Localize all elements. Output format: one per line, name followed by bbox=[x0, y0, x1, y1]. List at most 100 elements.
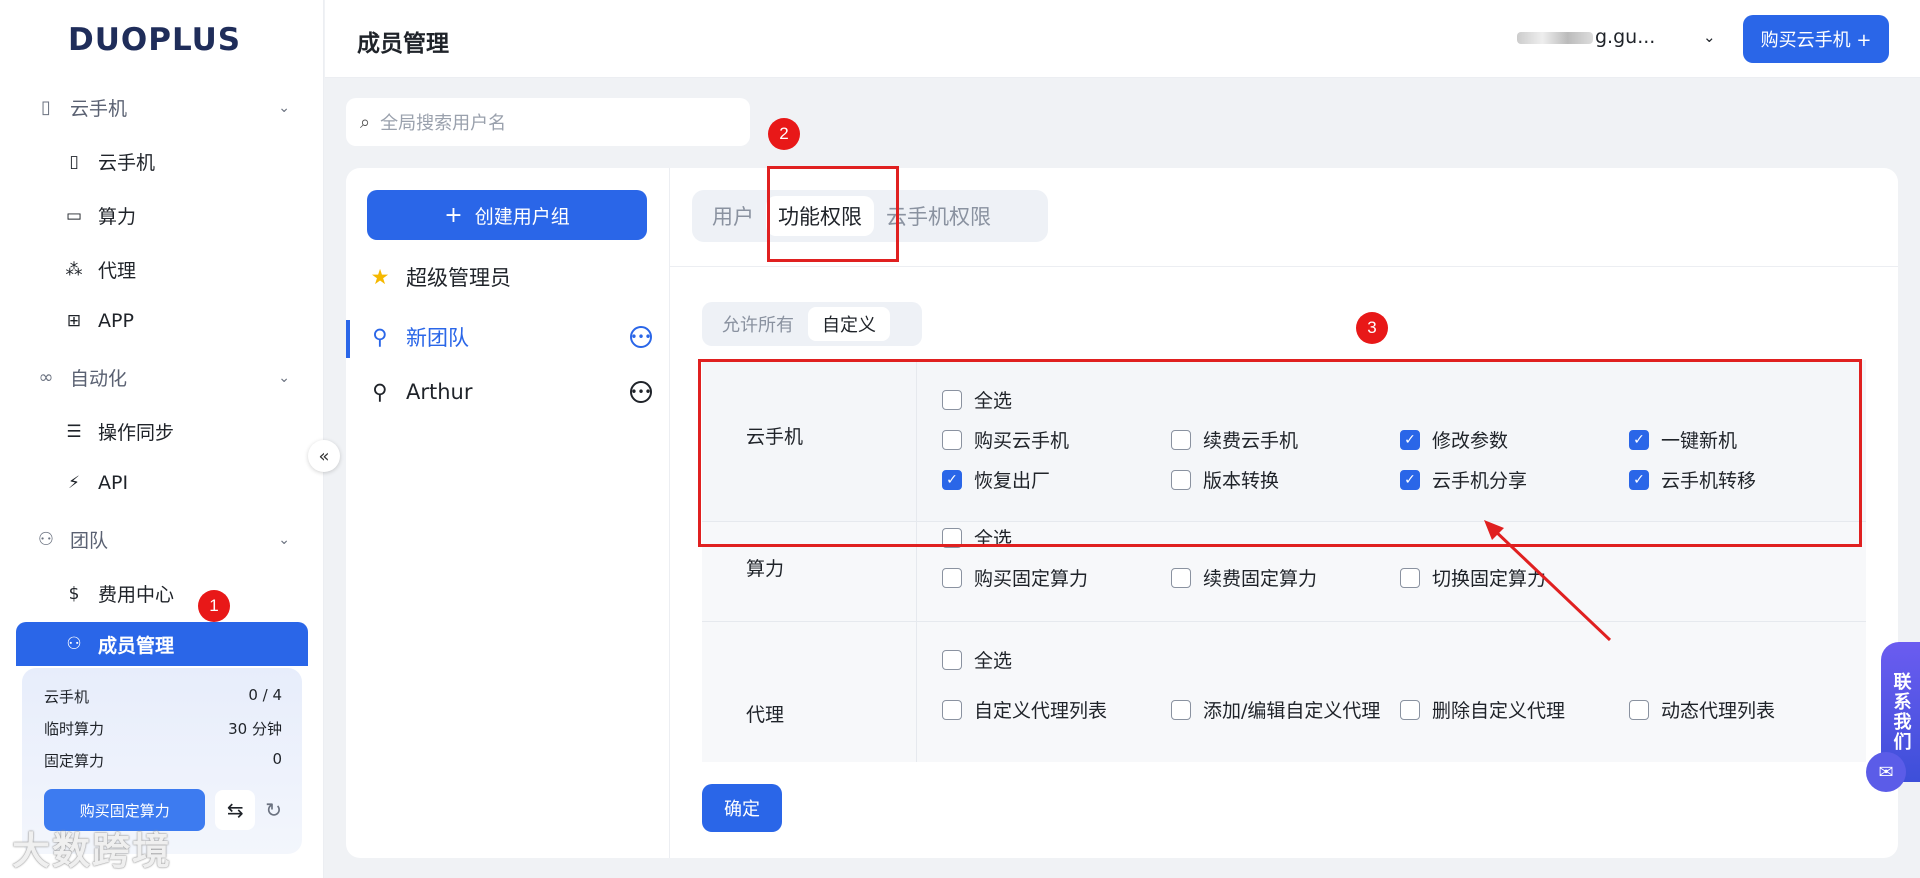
checkbox-label: 删除自定义代理 bbox=[1432, 700, 1566, 722]
permission-section-proxy: 代理 全选 自定义代理列表 添加/编辑自定义代理 删除自定义代理 动态代理列表 bbox=[702, 622, 1866, 762]
user-icon: ⚲ bbox=[372, 325, 388, 349]
checkbox-box bbox=[1629, 699, 1649, 720]
mode-custom[interactable]: 自定义 bbox=[808, 307, 890, 341]
annotation-badge: 3 bbox=[1356, 312, 1388, 344]
quota-label: 固定算力 bbox=[44, 752, 105, 770]
switch-icon[interactable]: ⇆ bbox=[215, 790, 256, 830]
quota-label: 云手机 bbox=[44, 688, 90, 706]
sidebar-item-app[interactable]: ⊞ APP bbox=[64, 310, 294, 332]
page-title: 成员管理 bbox=[357, 31, 449, 57]
mode-allow-all[interactable]: 允许所有 bbox=[708, 307, 808, 341]
buy-cloud-phone-button[interactable]: 购买云手机 + bbox=[1743, 15, 1889, 63]
checkbox-label: 添加/编辑自定义代理 bbox=[1203, 700, 1381, 722]
chat-icon[interactable]: ✉ bbox=[1866, 752, 1906, 792]
refresh-icon[interactable]: ↻ bbox=[265, 798, 282, 822]
sidebar-item-label: APP bbox=[98, 310, 134, 332]
users-icon: ⚇ bbox=[37, 529, 55, 550]
more-icon[interactable]: ••• bbox=[630, 326, 652, 348]
section-label: 算力 bbox=[746, 558, 785, 580]
checkbox-label: 动态代理列表 bbox=[1661, 700, 1776, 722]
group-item-arthur[interactable]: ⚲ Arthur ••• bbox=[368, 380, 652, 404]
sidebar-item-label: 费用中心 bbox=[98, 584, 175, 606]
sidebar-item-label: API bbox=[98, 472, 129, 494]
account-label: g.gu... bbox=[1595, 26, 1656, 48]
quota-row: 固定算力 0 bbox=[44, 750, 282, 771]
search-placeholder: 全局搜索用户名 bbox=[380, 113, 507, 134]
checkbox-box bbox=[942, 699, 962, 720]
user-icon: ⚲ bbox=[372, 380, 388, 404]
chevron-down-icon: ⌄ bbox=[278, 369, 290, 386]
perm-checkbox[interactable]: 动态代理列表 bbox=[1629, 696, 1775, 723]
group-name: 超级管理员 bbox=[406, 266, 511, 290]
perm-checkbox[interactable]: 删除自定义代理 bbox=[1400, 696, 1565, 723]
header: 成员管理 g.gu... ⌄ 购买云手机 + bbox=[325, 0, 1920, 78]
perm-checkbox[interactable]: 续费固定算力 bbox=[1171, 564, 1317, 591]
phone-icon: ▯ bbox=[69, 151, 79, 172]
search-icon: ⌕ bbox=[360, 111, 371, 133]
star-icon: ★ bbox=[370, 265, 390, 289]
sidebar-item-label: 算力 bbox=[98, 206, 137, 228]
group-item-new-team[interactable]: ⚲ 新团队 ••• bbox=[368, 322, 652, 352]
collapse-sidebar-button[interactable]: « bbox=[308, 440, 340, 472]
quota-label: 临时算力 bbox=[44, 720, 105, 738]
nav-group-cloud-phone[interactable]: ▯ 云手机 ⌄ bbox=[36, 94, 290, 121]
perm-checkbox[interactable]: 自定义代理列表 bbox=[942, 696, 1107, 723]
sidebar-item-proxy[interactable]: ⁂ 代理 bbox=[64, 256, 294, 283]
sidebar-item-billing[interactable]: $ 费用中心 bbox=[64, 580, 294, 607]
checkbox-box bbox=[1171, 699, 1191, 720]
group-item-admin[interactable]: ★ 超级管理员 bbox=[368, 262, 652, 292]
sidebar-item-sync[interactable]: ☰ 操作同步 bbox=[64, 418, 294, 445]
group-name: Arthur bbox=[406, 380, 473, 404]
create-group-label: 创建用户组 bbox=[474, 205, 570, 228]
confirm-button[interactable]: 确定 bbox=[702, 784, 782, 832]
create-group-button[interactable]: + 创建用户组 bbox=[367, 190, 647, 240]
quota-value: 30 分钟 bbox=[228, 720, 282, 738]
plug-icon: ⚡ bbox=[68, 473, 80, 493]
checkbox-box bbox=[942, 649, 962, 670]
nav-group-team[interactable]: ⚇ 团队 ⌄ bbox=[36, 526, 290, 553]
chevron-down-icon[interactable]: ⌄ bbox=[1703, 28, 1716, 46]
watermark: 大数跨境 bbox=[12, 829, 173, 873]
checkbox-box bbox=[942, 567, 962, 588]
annotation-badge: 1 bbox=[198, 590, 230, 622]
perm-checkbox[interactable]: 添加/编辑自定义代理 bbox=[1171, 696, 1380, 723]
perm-checkbox[interactable]: 购买固定算力 bbox=[942, 564, 1088, 591]
checkbox-label: 购买固定算力 bbox=[974, 568, 1089, 590]
sidebar-item-api[interactable]: ⚡ API bbox=[64, 472, 294, 494]
search-input[interactable]: ⌕ 全局搜索用户名 bbox=[346, 98, 750, 146]
select-all-checkbox[interactable]: 全选 bbox=[942, 646, 1012, 673]
sidebar-item-members[interactable]: ⚇ 成员管理 bbox=[16, 622, 308, 666]
tab-users[interactable]: 用户 bbox=[700, 196, 766, 236]
chevron-down-icon: ⌄ bbox=[278, 99, 290, 116]
monitor-icon: ▭ bbox=[65, 205, 83, 226]
divider bbox=[670, 266, 1898, 267]
checkbox-label: 续费固定算力 bbox=[1203, 568, 1318, 590]
more-icon[interactable]: ••• bbox=[630, 381, 652, 403]
permission-mode-switch: 允许所有 自定义 bbox=[702, 302, 922, 346]
phone-icon: ▯ bbox=[41, 97, 51, 118]
sidebar-item-label: 代理 bbox=[98, 260, 137, 282]
section-label: 代理 bbox=[746, 704, 785, 726]
sidebar-item-label: 云手机 bbox=[98, 152, 156, 174]
active-indicator bbox=[346, 320, 350, 358]
nav-group-automation[interactable]: ∞ 自动化 ⌄ bbox=[36, 364, 291, 391]
sidebar-item-label: 操作同步 bbox=[98, 422, 175, 444]
annotation-arrow-icon bbox=[1484, 520, 1612, 642]
checkbox-label: 自定义代理列表 bbox=[974, 700, 1108, 722]
quota-value: 0 bbox=[272, 750, 282, 768]
quota-row: 临时算力 30 分钟 bbox=[44, 718, 282, 739]
account-name[interactable]: g.gu... bbox=[1517, 26, 1655, 48]
nav-group-label: 团队 bbox=[70, 530, 109, 552]
infinity-icon: ∞ bbox=[38, 367, 54, 388]
dollar-icon: $ bbox=[68, 583, 80, 604]
sidebar-item-compute[interactable]: ▭ 算力 bbox=[64, 202, 294, 229]
annotation-badge: 2 bbox=[768, 118, 800, 150]
redacted-text bbox=[1517, 31, 1593, 44]
sidebar-item-cloud-phone[interactable]: ▯ 云手机 bbox=[64, 148, 294, 175]
nav-group-label: 自动化 bbox=[70, 368, 128, 390]
chevron-down-icon: ⌄ bbox=[278, 531, 290, 548]
app-logo[interactable]: DUOPLUS bbox=[68, 22, 241, 58]
quota-value: 0 / 4 bbox=[248, 686, 282, 704]
annotation-box-tab bbox=[767, 166, 899, 262]
user-gear-icon: ⚇ bbox=[66, 634, 82, 654]
